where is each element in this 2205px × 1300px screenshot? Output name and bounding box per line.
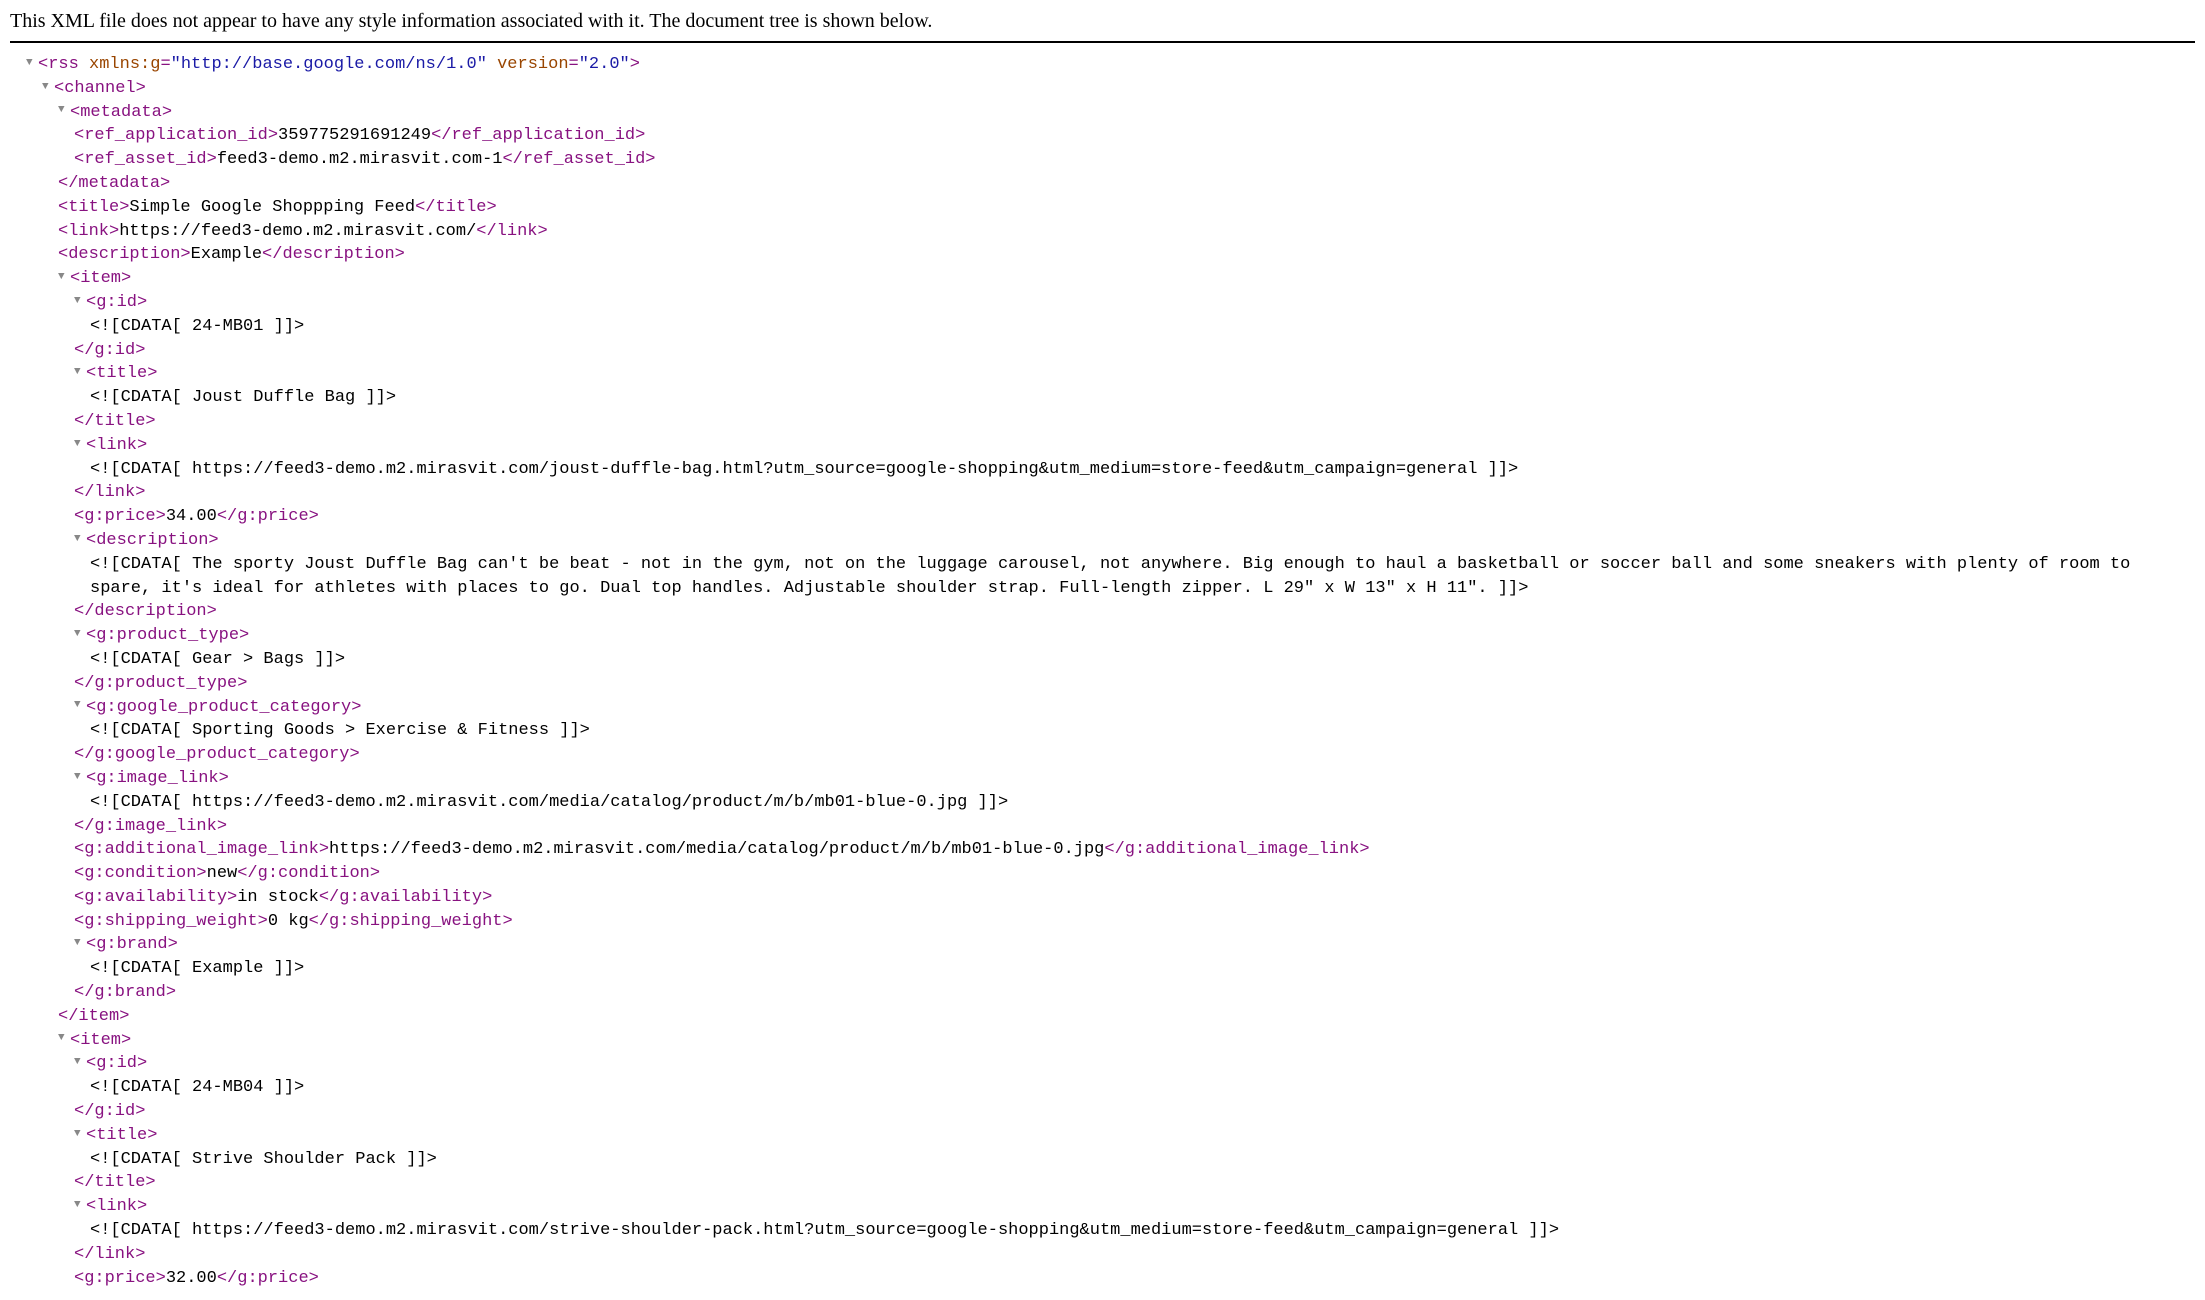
gid-open: ▼<g:id>: [10, 1052, 2195, 1076]
xml-notice: This XML file does not appear to have an…: [10, 10, 2195, 43]
title-close: </title>: [10, 410, 2195, 434]
gcat-close: </g:google_product_category>: [10, 743, 2195, 767]
link-close: </link>: [10, 481, 2195, 505]
collapse-arrow[interactable]: ▼: [74, 770, 86, 785]
desc-cdata: <![CDATA[ The sporty Joust Duffle Bag ca…: [10, 553, 2195, 601]
channel-link: <link>https://feed3-demo.m2.mirasvit.com…: [10, 220, 2195, 244]
gid-close: </g:id>: [10, 339, 2195, 363]
link-close: </link>: [10, 1243, 2195, 1267]
collapse-arrow[interactable]: ▼: [58, 270, 70, 285]
link-open: ▼<link>: [10, 434, 2195, 458]
xml-tree: ▼<rss xmlns:g="http://base.google.com/ns…: [10, 53, 2195, 1290]
ref-asset-id: <ref_asset_id>feed3-demo.m2.mirasvit.com…: [10, 148, 2195, 172]
channel-title: <title>Simple Google Shoppping Feed</tit…: [10, 196, 2195, 220]
collapse-arrow[interactable]: ▼: [74, 698, 86, 713]
gcat-cdata: <![CDATA[ Sporting Goods > Exercise & Fi…: [10, 719, 2195, 743]
link-open: ▼<link>: [10, 1195, 2195, 1219]
imglink-cdata: <![CDATA[ https://feed3-demo.m2.mirasvit…: [10, 791, 2195, 815]
metadata-close: </metadata>: [10, 172, 2195, 196]
collapse-arrow[interactable]: ▼: [74, 1127, 86, 1142]
ptype-close: </g:product_type>: [10, 672, 2195, 696]
item-open: ▼<item>: [10, 267, 2195, 291]
collapse-arrow[interactable]: ▼: [58, 1031, 70, 1046]
title-open: ▼<title>: [10, 362, 2195, 386]
title-cdata: <![CDATA[ Strive Shoulder Pack ]]>: [10, 1148, 2195, 1172]
collapse-arrow[interactable]: ▼: [74, 365, 86, 380]
gprice: <g:price>34.00</g:price>: [10, 505, 2195, 529]
gid-close: </g:id>: [10, 1100, 2195, 1124]
collapse-arrow[interactable]: ▼: [58, 103, 70, 118]
collapse-arrow[interactable]: ▼: [74, 532, 86, 547]
collapse-arrow[interactable]: ▼: [26, 56, 38, 71]
collapse-arrow[interactable]: ▼: [74, 936, 86, 951]
metadata-open: ▼<metadata>: [10, 101, 2195, 125]
ref-app-id: <ref_application_id>359775291691249</ref…: [10, 124, 2195, 148]
brand-cdata: <![CDATA[ Example ]]>: [10, 957, 2195, 981]
collapse-arrow[interactable]: ▼: [74, 627, 86, 642]
title-cdata: <![CDATA[ Joust Duffle Bag ]]>: [10, 386, 2195, 410]
imglink-close: </g:image_link>: [10, 815, 2195, 839]
imglink-open: ▼<g:image_link>: [10, 767, 2195, 791]
ptype-open: ▼<g:product_type>: [10, 624, 2195, 648]
gprice: <g:price>32.00</g:price>: [10, 1267, 2195, 1291]
addimg: <g:additional_image_link>https://feed3-d…: [10, 838, 2195, 862]
brand-close: </g:brand>: [10, 981, 2195, 1005]
desc-open: ▼<description>: [10, 529, 2195, 553]
condition: <g:condition>new</g:condition>: [10, 862, 2195, 886]
gid-cdata: <![CDATA[ 24-MB04 ]]>: [10, 1076, 2195, 1100]
desc-close: </description>: [10, 600, 2195, 624]
ptype-cdata: <![CDATA[ Gear > Bags ]]>: [10, 648, 2195, 672]
channel-open: ▼<channel>: [10, 77, 2195, 101]
brand-open: ▼<g:brand>: [10, 933, 2195, 957]
link-cdata: <![CDATA[ https://feed3-demo.m2.mirasvit…: [10, 458, 2195, 482]
title-close: </title>: [10, 1171, 2195, 1195]
link-cdata: <![CDATA[ https://feed3-demo.m2.mirasvit…: [10, 1219, 2195, 1243]
shipweight: <g:shipping_weight>0 kg</g:shipping_weig…: [10, 910, 2195, 934]
collapse-arrow[interactable]: ▼: [74, 1055, 86, 1070]
gid-cdata: <![CDATA[ 24-MB01 ]]>: [10, 315, 2195, 339]
rss-open: ▼<rss xmlns:g="http://base.google.com/ns…: [10, 53, 2195, 77]
collapse-arrow[interactable]: ▼: [42, 80, 54, 95]
title-open: ▼<title>: [10, 1124, 2195, 1148]
item-open: ▼<item>: [10, 1029, 2195, 1053]
availability: <g:availability>in stock</g:availability…: [10, 886, 2195, 910]
collapse-arrow[interactable]: ▼: [74, 437, 86, 452]
collapse-arrow[interactable]: ▼: [74, 294, 86, 309]
channel-description: <description>Example</description>: [10, 243, 2195, 267]
item-close: </item>: [10, 1005, 2195, 1029]
collapse-arrow[interactable]: ▼: [74, 1198, 86, 1213]
gcat-open: ▼<g:google_product_category>: [10, 696, 2195, 720]
gid-open: ▼<g:id>: [10, 291, 2195, 315]
